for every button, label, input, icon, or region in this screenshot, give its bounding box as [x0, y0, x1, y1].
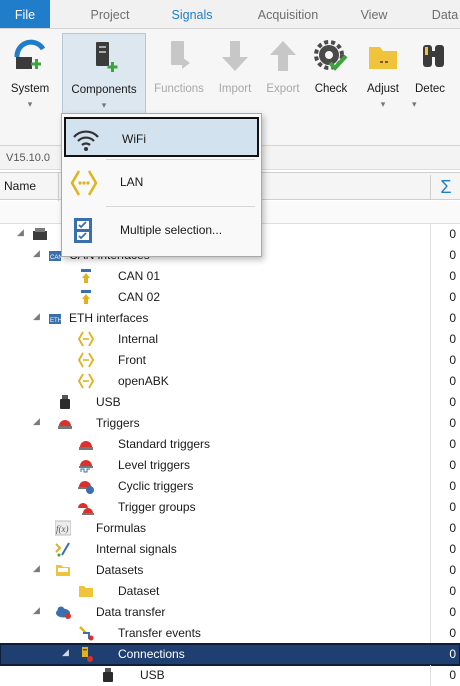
- trigger-icon: [79, 441, 93, 450]
- tree-row-front[interactable]: Front 0: [0, 350, 460, 371]
- tree-row-data-transfer[interactable]: ◢ Data transfer 0: [0, 602, 460, 623]
- tab-file[interactable]: File: [0, 0, 50, 28]
- tab-acquisition[interactable]: Acquisition: [248, 0, 328, 28]
- cloud-icon: [56, 606, 71, 619]
- tree-row-formulas[interactable]: f(x) Formulas 0: [0, 518, 460, 539]
- tree-row-standard-triggers[interactable]: Standard triggers 0: [0, 434, 460, 455]
- tree-row-dataset[interactable]: Dataset 0: [0, 581, 460, 602]
- arrow-down-icon: [222, 41, 248, 71]
- lan-icon: [78, 331, 94, 347]
- import-label: Import: [218, 83, 252, 95]
- connection-icon: [82, 647, 93, 662]
- tree-row-internal-signals[interactable]: Internal signals 0: [0, 539, 460, 560]
- tree-row-datasets[interactable]: ◢ Datasets 0: [0, 560, 460, 581]
- eth-icon: ETH: [49, 314, 62, 324]
- can-port-icon: [81, 290, 91, 304]
- collapse-arrow-icon[interactable]: ◢: [33, 416, 40, 427]
- tree-row-transfer-events[interactable]: Transfer events 0: [0, 623, 460, 644]
- tree-row-connections[interactable]: ◢ Connections 0: [0, 643, 460, 666]
- tree-row-internal[interactable]: Internal 0: [0, 329, 460, 350]
- components-dropdown-menu: WiFi LAN Multiple selection...: [61, 113, 262, 257]
- chevron-down-icon: ▾: [412, 99, 417, 109]
- export-button[interactable]: Export: [260, 33, 306, 129]
- name-column-header[interactable]: Name: [4, 179, 36, 193]
- lan-icon: [78, 373, 94, 389]
- tree-row-level-triggers[interactable]: Level triggers 0: [0, 455, 460, 476]
- tree-row-connection-usb[interactable]: USB 0: [0, 665, 460, 686]
- components-label: Components: [71, 84, 137, 96]
- arrow-up-icon: [270, 41, 296, 71]
- device-icon: [33, 228, 47, 240]
- check-button[interactable]: Check: [308, 33, 354, 129]
- detect-button[interactable]: Detec ▾: [412, 33, 460, 129]
- collapse-arrow-icon[interactable]: ◢: [33, 605, 40, 616]
- svg-text:ETH: ETH: [50, 318, 62, 324]
- folder-icon: [56, 565, 70, 576]
- multi-select-icon: [74, 218, 92, 243]
- binoculars-icon: [423, 45, 444, 67]
- adjust-button[interactable]: Adjust ▾: [356, 33, 410, 129]
- usb-icon: [103, 668, 113, 682]
- collapse-arrow-icon[interactable]: ◢: [33, 563, 40, 574]
- tree-row-usb[interactable]: USB 0: [0, 392, 460, 413]
- folder-icon: [79, 586, 93, 597]
- chevron-down-icon: ▾: [380, 99, 386, 109]
- can-port-icon: [81, 269, 91, 283]
- collapse-arrow-icon[interactable]: ◢: [62, 647, 69, 658]
- collapse-arrow-icon[interactable]: ◢: [33, 311, 40, 322]
- functions-label: Functions: [154, 83, 204, 95]
- tab-data[interactable]: Data: [425, 0, 460, 28]
- cyclic-trigger-icon: [78, 481, 94, 494]
- chevron-down-icon: ▾: [27, 99, 33, 109]
- usb-icon: [60, 395, 70, 409]
- transfer-event-icon: [79, 626, 94, 641]
- menu-item-lan[interactable]: LAN: [64, 162, 259, 202]
- components-icon: [96, 42, 118, 72]
- adjust-label: Adjust: [367, 83, 399, 95]
- lan-icon: [70, 170, 98, 196]
- tab-view[interactable]: View: [354, 0, 394, 28]
- tree-row-triggers[interactable]: ◢ Triggers 0: [0, 413, 460, 434]
- folder-icon: [369, 47, 397, 69]
- tree-row-openabk[interactable]: openABK 0: [0, 371, 460, 392]
- level-trigger-icon: [79, 460, 93, 473]
- functions-icon: [171, 41, 190, 69]
- sum-column-header[interactable]: Σ: [430, 175, 460, 199]
- system-button[interactable]: System ▾: [0, 33, 60, 129]
- tab-project[interactable]: Project: [80, 0, 140, 28]
- detect-label: Detec: [415, 83, 446, 95]
- export-label: Export: [266, 83, 300, 95]
- menu-item-multiple-selection[interactable]: Multiple selection...: [64, 210, 259, 250]
- tree-row-can02[interactable]: CAN 02 0: [0, 287, 460, 308]
- tree-row-cyclic-triggers[interactable]: Cyclic triggers 0: [0, 476, 460, 497]
- lan-icon: [78, 352, 94, 368]
- system-label: System: [10, 83, 50, 95]
- chevron-down-icon: ▾: [101, 100, 107, 110]
- tree-row-eth-interfaces[interactable]: ◢ ETH ETH interfaces 0: [0, 308, 460, 329]
- menu-item-wifi[interactable]: WiFi: [64, 117, 259, 157]
- column-divider[interactable]: [58, 173, 59, 201]
- check-label: Check: [314, 83, 348, 95]
- collapse-arrow-icon[interactable]: ◢: [33, 248, 40, 259]
- trigger-icon: [58, 420, 72, 429]
- collapse-arrow-icon[interactable]: ◢: [17, 227, 24, 238]
- tree-row-can01[interactable]: CAN 01 0: [0, 266, 460, 287]
- tab-signals[interactable]: Signals: [162, 0, 222, 28]
- tree-row-trigger-groups[interactable]: Trigger groups 0: [0, 497, 460, 518]
- svg-text:f(x): f(x): [56, 524, 69, 534]
- ribbon-tab-bar: File Project Signals Acquisition View Da…: [0, 0, 460, 29]
- formula-icon: f(x): [55, 520, 71, 536]
- wifi-icon: [73, 130, 99, 151]
- trigger-group-icon: [78, 503, 94, 515]
- system-icon: [14, 39, 46, 69]
- gear-check-icon: [314, 40, 348, 71]
- internal-signal-icon: [55, 542, 70, 557]
